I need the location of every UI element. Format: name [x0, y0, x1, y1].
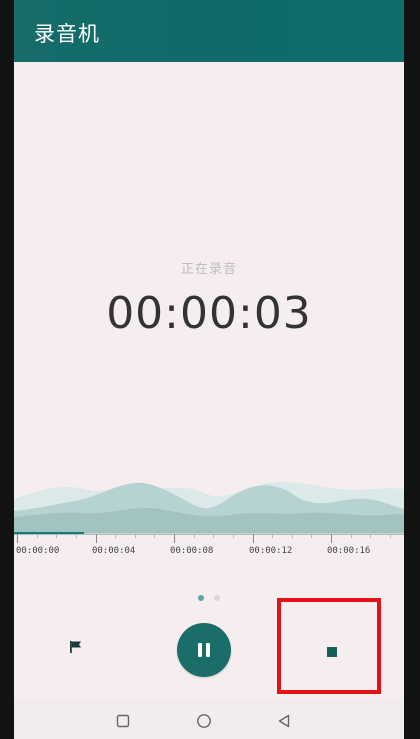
timeline-minor-tick [36, 534, 38, 538]
timeline-label-0: 00:00:00 [16, 546, 60, 556]
timeline-major-tick [331, 534, 332, 543]
timeline-minor-tick [75, 534, 77, 538]
timeline-minor-tick [154, 534, 156, 538]
app-title: 录音机 [34, 22, 100, 46]
timeline-minor-tick [272, 534, 274, 538]
app-bar: 录音机 [14, 0, 404, 62]
timeline-major-tick [174, 534, 175, 543]
timeline-minor-tick [389, 534, 391, 538]
timeline-minor-tick [311, 534, 313, 538]
square-icon[interactable] [116, 713, 130, 732]
pause-button[interactable] [177, 623, 231, 677]
timeline-minor-tick [134, 534, 136, 538]
timeline-major-tick [95, 534, 97, 543]
timeline-minor-tick [232, 534, 234, 538]
timeline-minor-tick [56, 534, 58, 538]
timeline-minor-tick [350, 534, 352, 538]
phone-bezel-left [0, 0, 14, 739]
timeline-major-tick [252, 534, 254, 543]
timeline-label-16: 00:00:16 [327, 546, 371, 556]
timeline-minor-tick [115, 534, 117, 538]
timeline-minor-tick [370, 534, 372, 538]
flag-icon [69, 639, 83, 658]
timeline-major-tick [17, 534, 18, 543]
pause-icon [196, 643, 212, 657]
timeline-ticks [14, 534, 404, 546]
page-dot-1[interactable] [198, 595, 205, 601]
recording-status: 正在录音 [180, 262, 237, 277]
timeline-minor-tick [193, 534, 195, 538]
page-dot-2[interactable] [213, 595, 220, 601]
timeline-label-4: 00:00:04 [92, 546, 136, 556]
circle-icon[interactable] [196, 713, 212, 733]
elapsed-timer: 00:00:03 [106, 288, 312, 339]
timeline-label-8: 00:00:08 [170, 546, 214, 556]
flag-button[interactable] [66, 638, 86, 658]
phone-screen: 录音机 正在录音 00:00:03 00:00:00 00:00:04 00:0… [14, 0, 404, 739]
system-navigation-bar [14, 699, 404, 739]
timeline-minor-tick [213, 534, 215, 538]
phone-bezel-right [404, 0, 420, 739]
triangle-back-icon[interactable] [276, 713, 292, 733]
timeline-minor-tick [291, 534, 293, 538]
waveform-visual [14, 465, 404, 535]
stop-highlight-box [277, 598, 381, 694]
timeline-label-12: 00:00:12 [249, 546, 293, 556]
